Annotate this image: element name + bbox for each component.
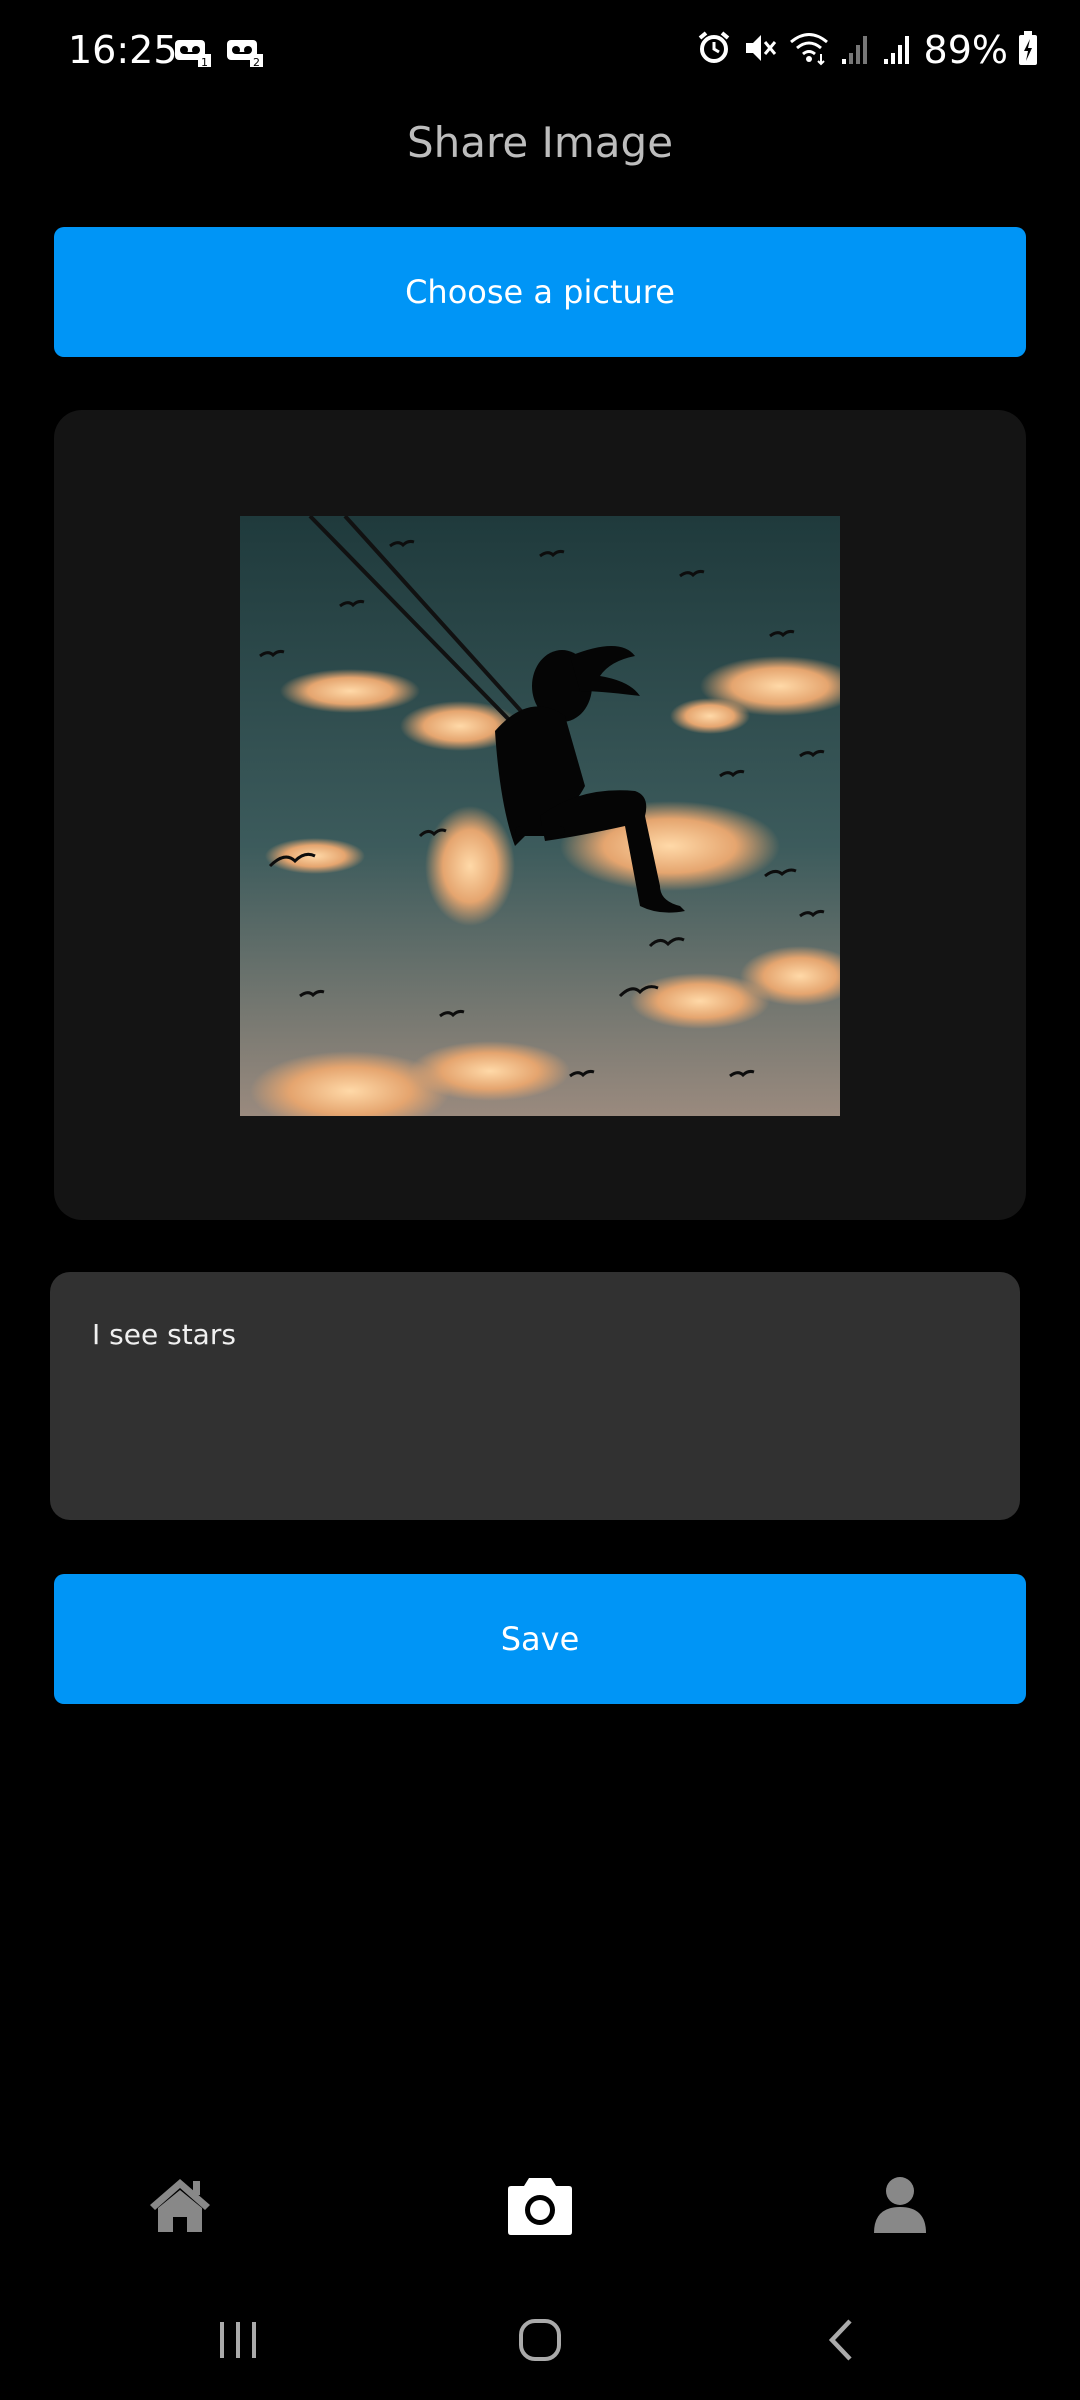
signal-2-icon xyxy=(882,31,914,69)
home-circle-icon[interactable] xyxy=(500,2300,580,2380)
status-time: 16:25 xyxy=(68,28,178,72)
caption-input[interactable]: I see stars xyxy=(50,1272,1020,1520)
caption-text[interactable]: I see stars xyxy=(92,1318,236,1351)
bottom-navigation xyxy=(0,2160,1080,2250)
home-icon[interactable] xyxy=(135,2160,225,2250)
camera-icon[interactable] xyxy=(495,2160,585,2250)
image-preview-card xyxy=(54,410,1026,1220)
svg-text:2: 2 xyxy=(253,56,260,68)
status-notification-icons: 1 2 xyxy=(174,36,264,72)
recent-apps-icon[interactable] xyxy=(198,2300,278,2380)
wifi-icon xyxy=(788,30,830,70)
page-title: Share Image xyxy=(406,118,674,167)
voicemail-1-icon: 1 xyxy=(174,36,212,72)
preview-image xyxy=(240,516,840,1116)
mute-icon xyxy=(742,30,778,70)
signal-1-icon xyxy=(840,31,872,69)
svg-text:1: 1 xyxy=(201,56,208,68)
save-button[interactable]: Save xyxy=(54,1574,1026,1704)
system-navigation xyxy=(0,2300,1080,2380)
voicemail-2-icon: 2 xyxy=(226,36,264,72)
choose-picture-button[interactable]: Choose a picture xyxy=(54,227,1026,357)
status-system-icons: 89% xyxy=(696,28,1038,72)
profile-icon[interactable] xyxy=(855,2160,945,2250)
status-bar: 16:25 1 2 89% xyxy=(0,0,1080,110)
battery-charging-icon xyxy=(1018,30,1038,70)
back-icon[interactable] xyxy=(802,2300,882,2380)
battery-percent: 89% xyxy=(923,28,1008,72)
alarm-icon xyxy=(696,30,732,70)
